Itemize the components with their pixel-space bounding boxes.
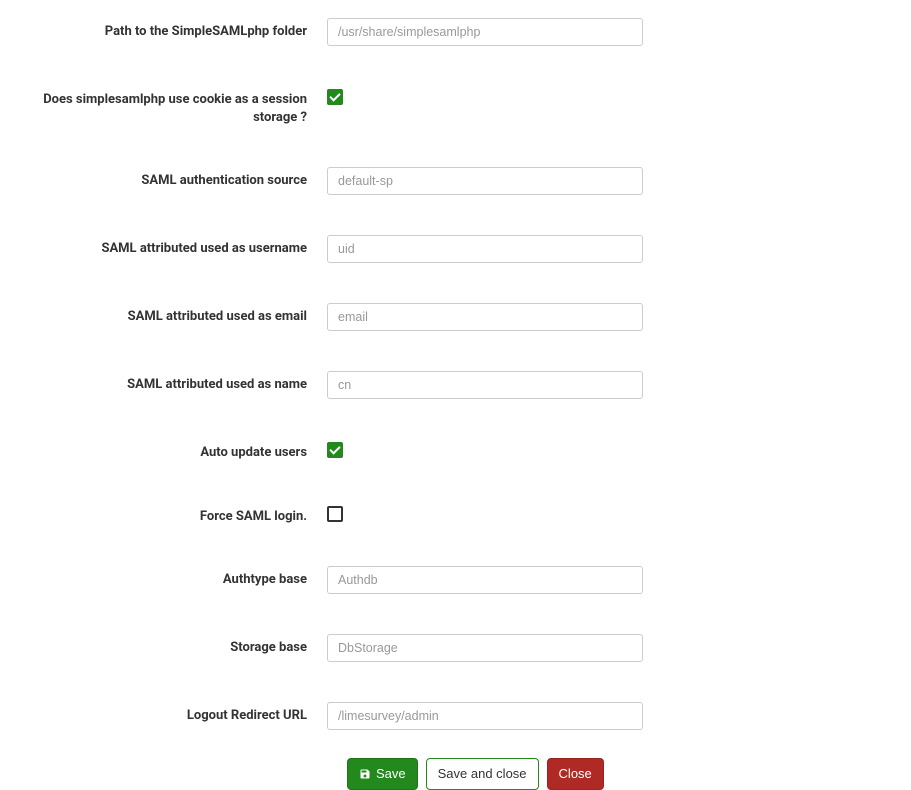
save-button-label: Save bbox=[376, 765, 406, 783]
input-logout-redirect[interactable] bbox=[327, 702, 643, 730]
input-attr-username[interactable] bbox=[327, 235, 643, 263]
label-simplesamlphp-path: Path to the SimpleSAMLphp folder bbox=[0, 18, 327, 41]
close-button-label: Close bbox=[559, 765, 592, 783]
input-storage-base[interactable] bbox=[327, 634, 643, 662]
field-auto-update-users: Auto update users bbox=[0, 439, 911, 462]
field-attr-email: SAML attributed used as email bbox=[0, 303, 911, 331]
field-force-saml-login: Force SAML login. bbox=[0, 503, 911, 526]
label-attr-username: SAML attributed used as username bbox=[0, 235, 327, 258]
input-authtype-base[interactable] bbox=[327, 566, 643, 594]
checkbox-auto-update-users[interactable] bbox=[327, 442, 343, 458]
label-attr-email: SAML attributed used as email bbox=[0, 303, 327, 326]
field-authtype-base: Authtype base bbox=[0, 566, 911, 594]
close-button[interactable]: Close bbox=[547, 758, 604, 790]
input-simplesamlphp-path[interactable] bbox=[327, 18, 643, 46]
field-auth-source: SAML authentication source bbox=[0, 167, 911, 195]
checkbox-force-saml-login[interactable] bbox=[327, 506, 343, 522]
field-attr-name: SAML attributed used as name bbox=[0, 371, 911, 399]
label-storage-base: Storage base bbox=[0, 634, 327, 657]
field-simplesamlphp-path: Path to the SimpleSAMLphp folder bbox=[0, 18, 911, 46]
save-button[interactable]: Save bbox=[347, 758, 418, 790]
label-cookie-session: Does simplesamlphp use cookie as a sessi… bbox=[0, 86, 327, 127]
save-and-close-button-label: Save and close bbox=[438, 765, 527, 783]
input-attr-email[interactable] bbox=[327, 303, 643, 331]
saml-settings-form: Path to the SimpleSAMLphp folder Does si… bbox=[0, 0, 911, 790]
field-attr-username: SAML attributed used as username bbox=[0, 235, 911, 263]
label-authtype-base: Authtype base bbox=[0, 566, 327, 589]
field-storage-base: Storage base bbox=[0, 634, 911, 662]
label-force-saml-login: Force SAML login. bbox=[0, 503, 327, 526]
checkbox-cookie-session[interactable] bbox=[327, 89, 343, 105]
label-auth-source: SAML authentication source bbox=[0, 167, 327, 190]
field-logout-redirect: Logout Redirect URL bbox=[0, 702, 911, 730]
save-icon bbox=[359, 768, 371, 780]
label-logout-redirect: Logout Redirect URL bbox=[0, 702, 327, 725]
field-cookie-session: Does simplesamlphp use cookie as a sessi… bbox=[0, 86, 911, 127]
input-attr-name[interactable] bbox=[327, 371, 643, 399]
label-attr-name: SAML attributed used as name bbox=[0, 371, 327, 394]
form-actions: Save Save and close Close bbox=[347, 758, 911, 790]
label-auto-update-users: Auto update users bbox=[0, 439, 327, 462]
input-auth-source[interactable] bbox=[327, 167, 643, 195]
save-and-close-button[interactable]: Save and close bbox=[426, 758, 539, 790]
